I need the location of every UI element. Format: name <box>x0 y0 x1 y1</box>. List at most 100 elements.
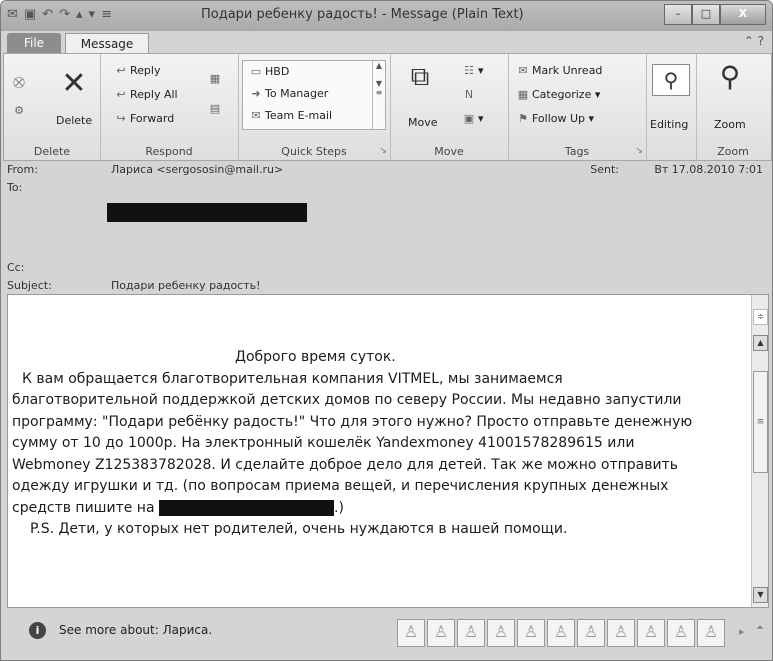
zoom-group: ⚲ Zoom Zoom <box>696 54 770 160</box>
delete-group: ⛒ ⚙ ✕ Delete Delete <box>4 54 101 160</box>
redo-icon[interactable]: ↷ <box>59 7 70 23</box>
person-avatar-icon[interactable]: ♙ <box>517 619 545 647</box>
respond-group-label: Respond <box>145 145 193 158</box>
close-button[interactable]: X <box>720 4 766 25</box>
person-avatar-icon[interactable]: ♙ <box>397 619 425 647</box>
up-arrow-icon[interactable]: ▴ <box>76 7 83 23</box>
onenote-icon[interactable]: N <box>460 88 478 101</box>
tags-group-label: Tags <box>564 145 590 158</box>
categorize-button[interactable]: ▦ Categorize ▾ <box>514 88 601 101</box>
move-icon[interactable]: ⧉ <box>400 62 440 93</box>
save-icon[interactable]: ▣ <box>24 7 36 23</box>
ribbon-tabs: File Message ⌃ ? <box>1 31 772 54</box>
scroll-people-icon[interactable]: ▸ <box>739 625 745 638</box>
quick-steps-group: ▭ HBD ➜ To Manager ✉ Team E-mail ▲ ▼ ≡ ↘ Quic… <box>238 54 391 160</box>
message-body[interactable]: Доброго время суток. К вам обращается бл… <box>7 294 769 608</box>
greeting-line: Доброго время суток. <box>235 349 396 365</box>
person-avatar-icon[interactable]: ♙ <box>637 619 665 647</box>
reply-icon: ↩ <box>116 64 126 77</box>
quick-steps-scroll[interactable]: ▲ ▼ ≡ <box>372 61 385 129</box>
person-avatar-icon[interactable]: ♙ <box>547 619 575 647</box>
scroll-down-button[interactable]: ▼ <box>753 587 768 603</box>
vertical-scrollbar[interactable]: ≑ ▲ ≡ ▼ <box>751 295 768 607</box>
down-arrow-icon[interactable]: ▾ <box>89 7 96 23</box>
scroll-up-button[interactable]: ▲ <box>753 335 768 351</box>
people-pane-avatars: ♙ ♙ ♙ ♙ ♙ ♙ ♙ ♙ ♙ ♙ ♙ <box>397 619 725 647</box>
quick-step-team-email[interactable]: ✉ Team E-mail <box>247 109 332 122</box>
quick-access-toolbar: ✉ ▣ ↶ ↷ ▴ ▾ ≡ <box>7 7 112 23</box>
split-icon[interactable]: ≑ <box>753 309 768 325</box>
envelope-icon[interactable]: ✉ <box>7 7 18 23</box>
forward-button[interactable]: ↪ Forward <box>112 112 174 125</box>
tab-file[interactable]: File <box>7 33 61 53</box>
people-pane-text[interactable]: See more about: Лариса. <box>59 623 212 637</box>
move-group-label: Move <box>434 145 464 158</box>
mark-unread-button[interactable]: ✉ Mark Unread <box>514 64 602 77</box>
magnifier-icon[interactable]: ⚲ <box>712 60 748 93</box>
rules-icon[interactable]: ☷ ▾ <box>460 64 483 77</box>
message-header: From: Лариса <sergososin@mail.ru> Вт 17.… <box>7 163 767 292</box>
subject-label: Subject: <box>7 279 52 292</box>
binoculars-icon[interactable]: ⚲ <box>652 64 690 96</box>
sent-value: Вт 17.08.2010 7:01 <box>654 163 763 176</box>
cc-label: Cc: <box>7 261 25 274</box>
expand-people-pane-icon[interactable]: ⌃ <box>755 624 765 638</box>
editing-button[interactable]: Editing <box>650 118 688 131</box>
redacted-email <box>159 499 334 516</box>
redacted-recipient <box>107 203 307 222</box>
quick-steps-group-label: Quick Steps <box>281 145 347 158</box>
person-avatar-icon[interactable]: ♙ <box>697 619 725 647</box>
ribbon-controls: ⌃ ? <box>744 34 764 48</box>
delete-x-icon[interactable]: ✕ <box>54 66 94 101</box>
cleanup-icon[interactable]: ⚙ <box>10 104 28 117</box>
zoom-button[interactable]: Zoom <box>714 118 746 131</box>
sent-label: Sent: <box>590 163 619 176</box>
from-value[interactable]: Лариса <sergososin@mail.ru> <box>111 163 283 176</box>
from-label: From: <box>7 163 38 176</box>
more-respond-icon[interactable]: ▤ <box>206 102 224 115</box>
tags-group: ✉ Mark Unread ▦ Categorize ▾ ⚑ Follow Up ▾ … <box>508 54 647 160</box>
quick-step-to-manager[interactable]: ➜ To Manager <box>247 87 328 100</box>
ignore-icon[interactable]: ⛒ <box>10 76 28 90</box>
actions-icon[interactable]: ▣ ▾ <box>460 112 484 125</box>
reply-all-icon: ↩ <box>116 88 126 101</box>
window-controls: – □ X <box>664 4 766 25</box>
undo-icon[interactable]: ↶ <box>42 7 53 23</box>
collapse-ribbon-icon[interactable]: ⌃ <box>744 34 754 48</box>
envelope-open-icon: ✉ <box>518 64 528 77</box>
help-icon[interactable]: ? <box>758 34 764 48</box>
contact-suffix: .) <box>334 499 344 516</box>
quick-step-hbd[interactable]: ▭ HBD <box>247 65 290 78</box>
customize-toolbar-icon[interactable]: ≡ <box>101 7 112 23</box>
person-avatar-icon[interactable]: ♙ <box>667 619 695 647</box>
body-line: благотворительной поддержкой детских дом… <box>12 392 682 408</box>
person-avatar-icon[interactable]: ♙ <box>427 619 455 647</box>
quick-steps-gallery: ▭ HBD ➜ To Manager ✉ Team E-mail ▲ ▼ ≡ <box>242 60 386 130</box>
editing-group: ⚲ Editing <box>646 54 697 160</box>
person-avatar-icon[interactable]: ♙ <box>487 619 515 647</box>
person-avatar-icon[interactable]: ♙ <box>577 619 605 647</box>
minimize-button[interactable]: – <box>664 4 692 25</box>
maximize-button[interactable]: □ <box>692 4 720 25</box>
move-group: ⧉ Move ☷ ▾ N ▣ ▾ Move <box>390 54 509 160</box>
follow-up-button[interactable]: ⚑ Follow Up ▾ <box>514 112 594 125</box>
body-line: К вам обращается благотворительная компа… <box>22 370 563 387</box>
delete-button[interactable]: Delete <box>56 114 92 127</box>
tab-message[interactable]: Message <box>65 33 149 54</box>
contact-line: средств пишите на .) <box>12 498 742 520</box>
ps-line: P.S. Дети, у которых нет родителей, очен… <box>30 521 568 537</box>
person-avatar-icon[interactable]: ♙ <box>457 619 485 647</box>
reply-all-button[interactable]: ↩ Reply All <box>112 88 177 101</box>
delete-group-label: Delete <box>33 145 71 158</box>
scroll-thumb[interactable]: ≡ <box>753 371 768 473</box>
respond-group: ↩ Reply ↩ Reply All ↪ Forward ▦ ▤ Respond <box>100 54 239 160</box>
title-bar: ✉ ▣ ↶ ↷ ▴ ▾ ≡ Подари ребенку радость! - … <box>1 1 772 31</box>
arrow-icon: ➜ <box>251 87 261 100</box>
reply-button[interactable]: ↩ Reply <box>112 64 160 77</box>
flag-icon: ⚑ <box>518 112 528 125</box>
subject-value: Подари ребенку радость! <box>111 279 261 292</box>
contact-prefix: средств пишите на <box>12 499 155 516</box>
person-avatar-icon[interactable]: ♙ <box>607 619 635 647</box>
meeting-icon[interactable]: ▦ <box>206 72 224 85</box>
move-button[interactable]: Move <box>408 116 438 129</box>
